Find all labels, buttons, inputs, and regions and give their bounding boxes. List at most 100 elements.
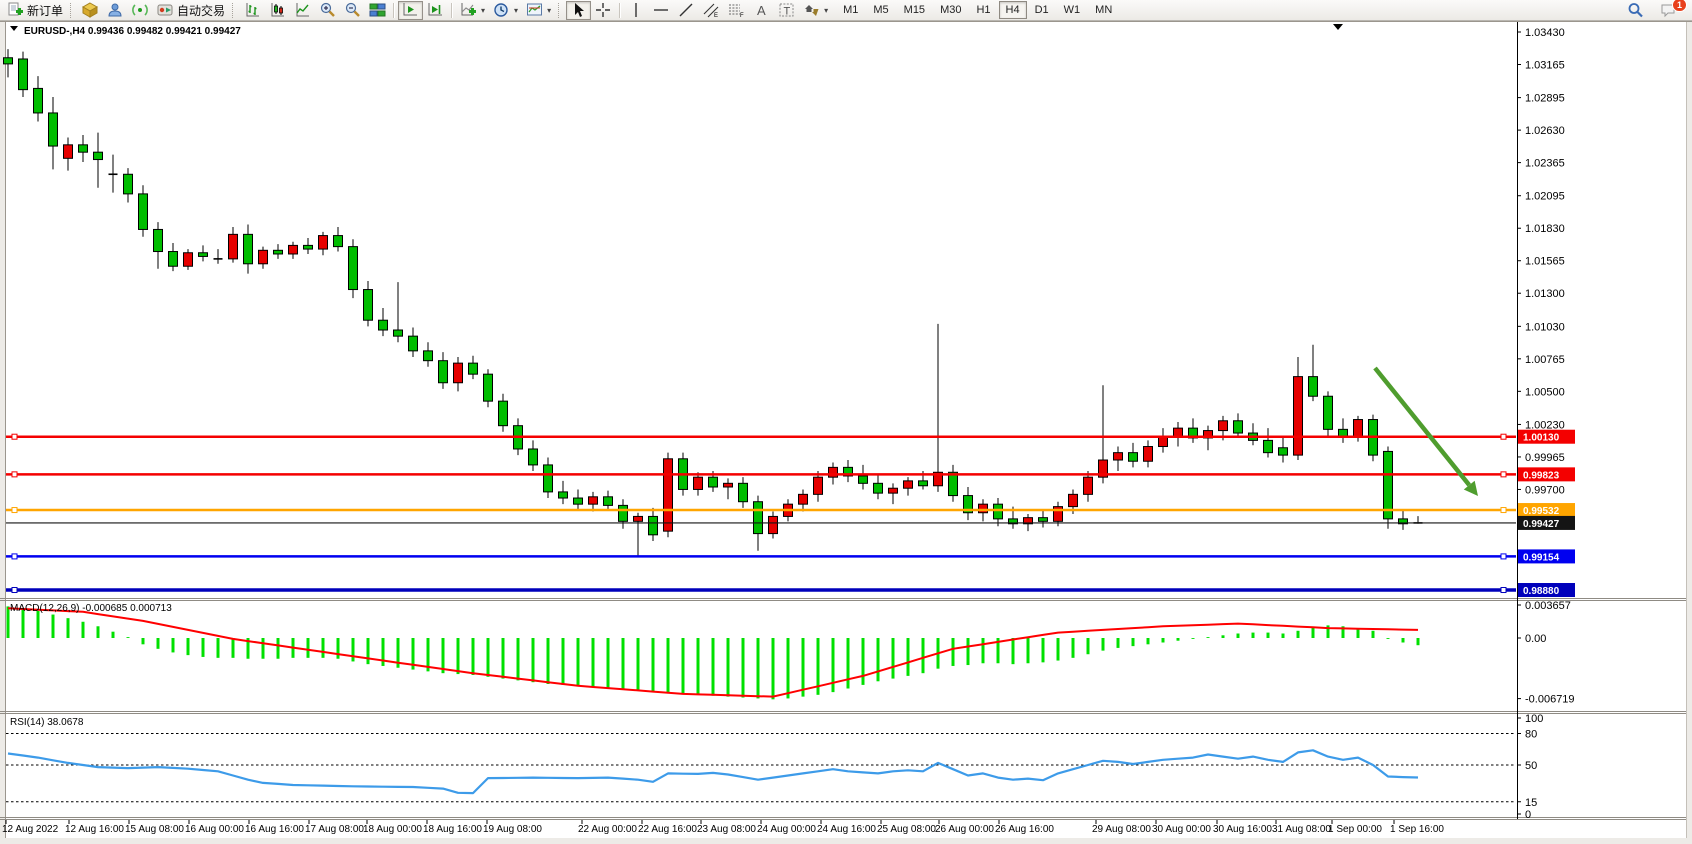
label-button[interactable]: T bbox=[774, 1, 799, 20]
notifications-button[interactable]: 1 bbox=[1656, 1, 1681, 20]
candle-down bbox=[559, 492, 568, 498]
candle-up bbox=[1354, 420, 1363, 437]
candle-down bbox=[439, 361, 448, 383]
price-tick-label: 1.01300 bbox=[1525, 288, 1565, 300]
cursor-icon bbox=[570, 2, 587, 18]
notification-badge: 1 bbox=[1672, 0, 1687, 12]
candle-up bbox=[184, 253, 193, 266]
price-axis[interactable]: 1.034301.031651.028951.026301.023651.020… bbox=[1517, 27, 1565, 496]
candle-down bbox=[79, 145, 88, 152]
timeframe-MN[interactable]: MN bbox=[1088, 1, 1119, 19]
candle-down bbox=[649, 516, 658, 534]
price-tick-label: 1.01030 bbox=[1525, 321, 1565, 333]
line-chart-icon bbox=[294, 2, 311, 18]
timeframe-M1[interactable]: M1 bbox=[836, 1, 865, 19]
chart-shift-button[interactable] bbox=[423, 1, 448, 20]
horizontal-line-button[interactable] bbox=[649, 1, 674, 20]
candle-down bbox=[304, 245, 313, 249]
timeframe-H4[interactable]: H4 bbox=[999, 1, 1027, 19]
timeframe-W1[interactable]: W1 bbox=[1057, 1, 1088, 19]
timeframe-M5[interactable]: M5 bbox=[866, 1, 895, 19]
candle-down bbox=[544, 465, 553, 492]
timeframe-H1[interactable]: H1 bbox=[969, 1, 997, 19]
new-order-icon bbox=[7, 2, 24, 18]
macd-tick-label: -0.006719 bbox=[1525, 694, 1575, 706]
time-tick-label: 26 Aug 00:00 bbox=[935, 824, 994, 835]
line-handle bbox=[12, 508, 17, 513]
timeframe-D1[interactable]: D1 bbox=[1028, 1, 1056, 19]
line-handle bbox=[1501, 554, 1506, 559]
time-tick-label: 16 Aug 16:00 bbox=[245, 824, 304, 835]
svg-text:T: T bbox=[784, 6, 791, 18]
candle-up bbox=[979, 504, 988, 513]
price-tick-label: 1.01830 bbox=[1525, 223, 1565, 235]
templates-button[interactable]: ▾ bbox=[522, 1, 555, 20]
bar-chart-button[interactable] bbox=[240, 1, 265, 20]
zoom-in-button[interactable] bbox=[315, 1, 340, 20]
candle-down bbox=[739, 483, 748, 501]
tile-windows-button[interactable] bbox=[365, 1, 390, 20]
candle-down bbox=[994, 504, 1003, 519]
candle-down bbox=[1324, 396, 1333, 429]
svg-text:E: E bbox=[714, 13, 718, 18]
time-tick-label: 22 Aug 16:00 bbox=[638, 824, 697, 835]
toolbar-grip bbox=[232, 3, 237, 18]
channel-button[interactable]: E bbox=[699, 1, 724, 20]
candle-down bbox=[4, 58, 13, 64]
fibonacci-button[interactable]: F bbox=[724, 1, 749, 20]
new-order-button[interactable]: 新订单 bbox=[3, 1, 67, 20]
macd-tick-label: 0.003657 bbox=[1525, 600, 1571, 612]
price-tick-label: 1.02895 bbox=[1525, 93, 1565, 105]
signal-button[interactable] bbox=[128, 1, 153, 20]
candle-down bbox=[1264, 440, 1273, 452]
dropdown-caret: ▾ bbox=[547, 6, 551, 15]
new-order-label: 新订单 bbox=[27, 2, 63, 19]
auto-scroll-button[interactable] bbox=[398, 1, 423, 20]
candle-up bbox=[829, 467, 838, 477]
price-tick-label: 1.00765 bbox=[1525, 354, 1565, 366]
toolbar-separator bbox=[619, 3, 621, 18]
market-watch-button[interactable] bbox=[78, 1, 103, 20]
candle-up bbox=[259, 250, 268, 263]
time-tick-label: 12 Aug 2022 bbox=[2, 824, 59, 835]
timeframe-M15[interactable]: M15 bbox=[897, 1, 932, 19]
rsi-tick-label: 80 bbox=[1525, 729, 1537, 741]
text-button[interactable]: A bbox=[749, 1, 774, 20]
candle-up bbox=[1144, 447, 1153, 462]
candle-down bbox=[154, 229, 163, 251]
candle-up bbox=[64, 145, 73, 158]
price-tick-label: 1.00500 bbox=[1525, 386, 1565, 398]
cursor-button[interactable] bbox=[566, 1, 591, 20]
trendline-button[interactable] bbox=[674, 1, 699, 20]
zoom-out-button[interactable] bbox=[340, 1, 365, 20]
candle-up bbox=[1084, 477, 1093, 494]
trendline-icon bbox=[678, 2, 695, 18]
indicators-button[interactable]: ▾ bbox=[456, 1, 489, 20]
candle-up bbox=[589, 497, 598, 504]
time-tick-label: 30 Aug 00:00 bbox=[1152, 824, 1211, 835]
search-button[interactable] bbox=[1623, 1, 1648, 20]
periods-button[interactable]: ▾ bbox=[489, 1, 522, 20]
candle-chart-button[interactable] bbox=[265, 1, 290, 20]
autotrading-button[interactable]: 自动交易 bbox=[153, 1, 229, 20]
signal-icon bbox=[132, 2, 149, 18]
arrows-button[interactable]: ▾ bbox=[799, 1, 832, 20]
line-chart-button[interactable] bbox=[290, 1, 315, 20]
price-badge-label: 0.99427 bbox=[1523, 519, 1560, 530]
toolbar: 新订单 bbox=[0, 0, 1692, 21]
time-tick-label: 1 Sep 16:00 bbox=[1390, 824, 1444, 835]
candle-up bbox=[889, 488, 898, 493]
timeframe-M30[interactable]: M30 bbox=[933, 1, 968, 19]
chart-title: EURUSD-,H4 0.99436 0.99482 0.99421 0.994… bbox=[24, 26, 241, 37]
profile-button[interactable] bbox=[103, 1, 128, 20]
time-tick-label: 31 Aug 08:00 bbox=[1272, 824, 1331, 835]
candle-down bbox=[484, 374, 493, 401]
time-tick-label: 23 Aug 08:00 bbox=[697, 824, 756, 835]
bar-chart-icon bbox=[244, 2, 261, 18]
candle-down bbox=[574, 498, 583, 504]
rsi-label: RSI(14) 38.0678 bbox=[10, 717, 84, 728]
rsi-tick-label: 0 bbox=[1525, 809, 1531, 821]
chart-area[interactable]: 1.034301.031651.028951.026301.023651.020… bbox=[0, 0, 1692, 844]
vertical-line-button[interactable] bbox=[624, 1, 649, 20]
crosshair-button[interactable] bbox=[591, 1, 616, 20]
